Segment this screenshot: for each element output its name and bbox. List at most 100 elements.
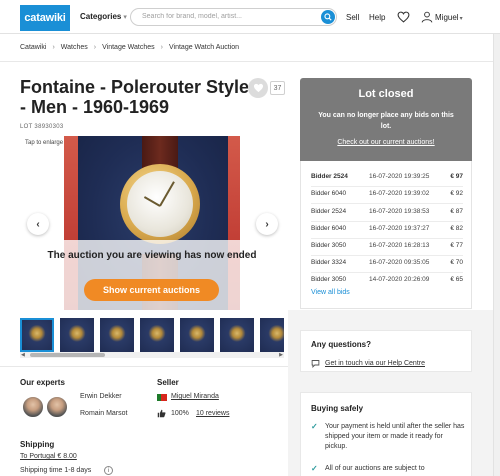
image-gallery[interactable]: Tap to enlarge The auction you are viewi… (20, 136, 284, 310)
bid-amount: € 77 (450, 242, 463, 249)
expert-name: Romain Marsot (80, 410, 128, 417)
bid-row: Bidder 3324 16-07-2020 09:35:05 € 70 (311, 256, 463, 269)
help-centre-link[interactable]: Get in touch via our Help Centre (325, 360, 425, 367)
bid-amount: € 70 (450, 259, 463, 266)
help-link[interactable]: Help (369, 13, 385, 22)
bid-row: Bidder 2524 16-07-2020 19:38:53 € 87 (311, 205, 463, 218)
bid-date: 16-07-2020 19:37:27 (369, 225, 430, 232)
bidder-name: Bidder 6040 (311, 190, 347, 197)
lot-closed-subtitle: You can no longer place any bids on this… (318, 112, 454, 130)
chevron-down-icon: ▾ (459, 16, 463, 22)
seller-reviews-link[interactable]: 10 reviews (196, 410, 229, 417)
sell-link[interactable]: Sell (346, 13, 359, 22)
bidder-name: Bidder 6040 (311, 225, 347, 232)
categories-label: Categories (80, 12, 122, 21)
bid-row: Bidder 3050 16-07-2020 16:28:13 € 77 (311, 239, 463, 252)
breadcrumb-item[interactable]: Catawiki (20, 44, 46, 51)
thumbnail[interactable] (220, 318, 254, 352)
page-scrollbar[interactable] (493, 34, 500, 476)
thumbnail[interactable] (100, 318, 134, 352)
bid-amount: € 82 (450, 225, 463, 232)
tap-to-enlarge-hint: Tap to enlarge (25, 140, 64, 146)
thumbnail[interactable] (180, 318, 214, 352)
thumbs-up-icon (157, 409, 166, 418)
thumbnail[interactable] (60, 318, 94, 352)
divider (0, 61, 500, 62)
favorite-button[interactable] (248, 78, 268, 98)
bid-history: Bidder 2524 16-07-2020 19:39:25 € 97 Bid… (300, 161, 472, 309)
bid-amount: € 92 (450, 190, 463, 197)
bid-amount: € 87 (450, 208, 463, 215)
info-icon[interactable]: i (104, 466, 113, 475)
bid-date: 14-07-2020 20:26:09 (369, 276, 430, 283)
buying-safely-title: Buying safely (311, 404, 364, 413)
scrollbar-thumb[interactable] (30, 353, 105, 357)
next-image-button[interactable]: › (256, 213, 278, 235)
bidder-name: Bidder 2524 (311, 173, 348, 180)
bid-date: 16-07-2020 16:28:13 (369, 242, 430, 249)
breadcrumb-item[interactable]: Vintage Watch Auction (169, 44, 239, 51)
lot-closed-panel: Lot closed You can no longer place any b… (300, 78, 472, 161)
categories-menu[interactable]: Categories ▾ (80, 12, 127, 21)
breadcrumb-item[interactable]: Watches (61, 44, 88, 51)
questions-title: Any questions? (311, 340, 372, 349)
seller-name-link[interactable]: Miguel Miranda (171, 393, 219, 400)
shipping-cost-link[interactable]: To Portugal € 8.00 (20, 453, 77, 460)
thumbnail[interactable] (260, 318, 284, 352)
search-button[interactable] (321, 10, 335, 24)
search-bar (130, 8, 337, 26)
bid-date: 16-07-2020 19:39:25 (369, 173, 430, 180)
user-button[interactable] (421, 10, 433, 28)
bid-date: 16-07-2020 19:38:53 (369, 208, 430, 215)
top-header: catawiki Categories▾ Sell Help Miguel▾ (0, 0, 500, 34)
breadcrumb: Catawiki › Watches › Vintage Watches › Vintage… (20, 44, 239, 51)
questions-card: Any questions? Get in touch via our Help… (300, 330, 472, 372)
seller-title: Seller (157, 378, 179, 387)
lot-title: Fontaine - Polerouter Style - Men - 1960… (20, 77, 250, 117)
view-all-bids-link[interactable]: View all bids (311, 289, 350, 296)
favorites-button[interactable] (397, 10, 410, 28)
bid-date: 16-07-2020 09:35:05 (369, 259, 430, 266)
shipping-title: Shipping (20, 440, 55, 449)
divider (0, 366, 288, 367)
previous-image-button[interactable]: ‹ (27, 213, 49, 235)
bidder-name: Bidder 3050 (311, 276, 347, 283)
bid-row: Bidder 6040 16-07-2020 19:37:27 € 82 (311, 222, 463, 235)
favorite-count: 37 (270, 81, 285, 95)
current-auctions-link[interactable]: Check out our current auctions! (300, 139, 472, 146)
check-icon: ✓ (311, 422, 318, 431)
chevron-right-icon: › (52, 44, 55, 51)
catawiki-logo[interactable]: catawiki (20, 5, 70, 31)
thumbnail-scrollbar[interactable]: ◀ ▶ (20, 352, 284, 358)
scroll-left-icon[interactable]: ◀ (21, 352, 25, 358)
breadcrumb-item[interactable]: Vintage Watches (102, 44, 155, 51)
heart-icon (253, 83, 263, 93)
bidder-name: Bidder 2524 (311, 208, 347, 215)
username-label: Miguel (435, 13, 459, 22)
scroll-right-icon[interactable]: ▶ (279, 352, 283, 358)
search-input[interactable] (142, 13, 312, 20)
show-current-auctions-button[interactable]: Show current auctions (84, 279, 219, 301)
bid-date: 16-07-2020 19:39:02 (369, 190, 430, 197)
user-icon (421, 11, 433, 23)
lot-closed-title: Lot closed (358, 88, 414, 100)
shipping-time: Shipping time 1-8 days (20, 467, 92, 474)
chevron-down-icon: ▾ (123, 14, 127, 21)
user-menu[interactable]: Miguel▾ (435, 13, 463, 22)
check-icon: ✓ (311, 464, 318, 473)
auction-ended-message: The auction you are viewing has now ende… (47, 250, 257, 261)
bidder-name: Bidder 3050 (311, 242, 347, 249)
thumbnail[interactable] (140, 318, 174, 352)
chevron-left-icon: ‹ (36, 218, 40, 230)
chevron-right-icon: › (93, 44, 97, 51)
search-icon (324, 13, 332, 21)
bidder-name: Bidder 3324 (311, 259, 347, 266)
thumbnail-strip (20, 318, 284, 352)
avatar[interactable] (46, 396, 68, 418)
bid-row: Bidder 6040 16-07-2020 19:39:02 € 92 (311, 187, 463, 200)
bid-row: Bidder 3050 14-07-2020 20:26:09 € 65 (311, 273, 463, 286)
divider (311, 203, 463, 204)
safety-item: Your payment is held until after the sel… (325, 423, 465, 450)
thumbnail[interactable] (20, 318, 54, 352)
avatar[interactable] (22, 396, 44, 418)
